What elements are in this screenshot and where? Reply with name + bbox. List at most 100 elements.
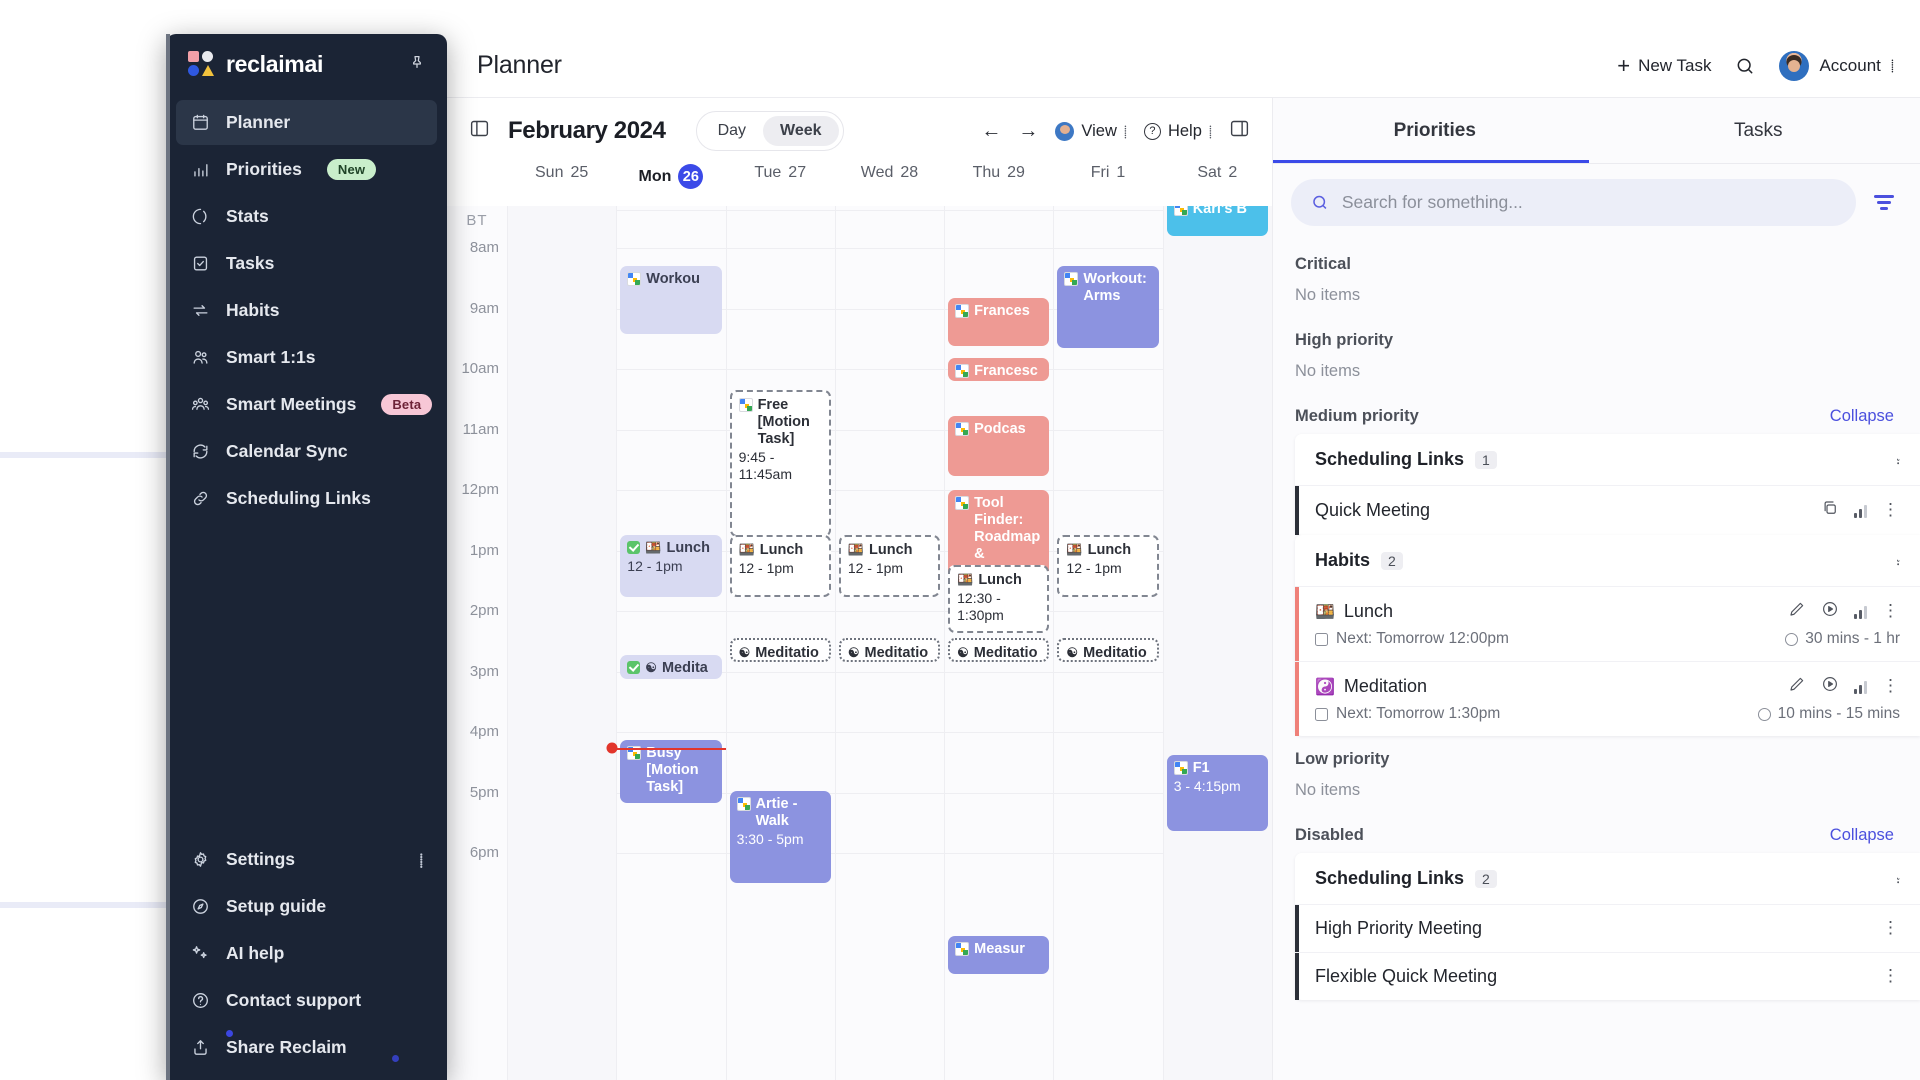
calendar-event[interactable]: 🍱 Lunch 12 - 1pm bbox=[1057, 535, 1159, 597]
chevron-up-icon[interactable]: ⹎ bbox=[1896, 551, 1900, 570]
day-header-sun[interactable]: Sun 25 bbox=[507, 164, 616, 182]
kebab-icon[interactable]: ⋮ bbox=[1882, 919, 1900, 936]
sidebar-item-stats[interactable]: Stats bbox=[176, 194, 437, 239]
sidebar-item-ai-help[interactable]: AI help bbox=[176, 931, 437, 976]
habit-row[interactable]: ☯️ Meditation ⋮ Next: Tomorrow 1:30pm 10 min… bbox=[1295, 661, 1920, 736]
play-icon[interactable] bbox=[1821, 600, 1839, 623]
hour-gridline bbox=[507, 248, 1272, 249]
calendar-event[interactable]: F1 3 - 4:15pm bbox=[1166, 755, 1268, 831]
sidebar-item-smart-1-1s[interactable]: Smart 1:1s bbox=[176, 335, 437, 380]
calendar-event[interactable]: ☯ Meditatio bbox=[838, 638, 941, 662]
search-row bbox=[1273, 164, 1920, 241]
kebab-icon[interactable]: ⋮ bbox=[1882, 501, 1900, 518]
day-header-fri[interactable]: Fri 1 bbox=[1053, 164, 1162, 182]
list-item[interactable]: High Priority Meeting ⋮ bbox=[1295, 904, 1920, 952]
view-mode-day[interactable]: Day bbox=[701, 116, 763, 146]
card-header[interactable]: Scheduling Links 2 ⹎ bbox=[1295, 853, 1920, 904]
filter-icon[interactable] bbox=[1870, 191, 1898, 214]
calendar-event[interactable]: 🍱 Lunch 12:30 - 1:30pm bbox=[948, 565, 1050, 633]
calendar-event[interactable]: Free [Motion Task] 9:45 - 11:45am bbox=[729, 390, 831, 537]
view-menu[interactable]: View ⸽ bbox=[1055, 121, 1127, 141]
card-header[interactable]: Scheduling Links 1 ⹎ bbox=[1295, 434, 1920, 485]
calendar-grid-scroll[interactable]: BT 8am 9am 10am 11am 12pm 1pm 2pm 3pm 4pm 5pm 6pm K… bbox=[447, 206, 1272, 1080]
calendar-event[interactable]: ☯ Meditatio bbox=[1057, 638, 1159, 662]
chevron-down-icon: ⸽ bbox=[1123, 124, 1127, 139]
chevron-up-icon[interactable]: ⹎ bbox=[1896, 450, 1900, 469]
tab-priorities[interactable]: Priorities bbox=[1273, 98, 1597, 163]
search-box[interactable] bbox=[1291, 179, 1856, 226]
brand[interactable]: reclaimai bbox=[166, 34, 447, 94]
pencil-icon[interactable] bbox=[1788, 675, 1806, 698]
calendar-event[interactable]: Frances bbox=[948, 298, 1050, 346]
arrow-right-icon[interactable]: → bbox=[1018, 120, 1038, 143]
sidebar-item-label: Habits bbox=[226, 300, 280, 320]
event-title: Meditatio bbox=[973, 645, 1038, 661]
pencil-icon bbox=[1790, 602, 1804, 616]
list-item[interactable]: Flexible Quick Meeting ⋮ bbox=[1295, 952, 1920, 1000]
calendar-event[interactable]: Francesc bbox=[948, 358, 1050, 381]
calendar-event[interactable]: Measur bbox=[948, 936, 1050, 974]
arrow-left-icon[interactable]: ← bbox=[981, 120, 1001, 143]
right-panel-icon[interactable] bbox=[1229, 118, 1250, 144]
sidebar-item-setup-guide[interactable]: Setup guide bbox=[176, 884, 437, 929]
calendar-event[interactable]: ☯ Meditatio bbox=[948, 638, 1050, 662]
event-title-row: Karl's B bbox=[1173, 206, 1261, 218]
calendar-event[interactable]: ☯ Meditatio bbox=[729, 638, 831, 662]
habit-row[interactable]: 🍱 Lunch ⋮ Next: Tomorrow 12:00pm 30 mins - 1… bbox=[1295, 586, 1920, 661]
calendar-event[interactable]: Karl's B bbox=[1166, 206, 1268, 236]
day-header-wed[interactable]: Wed 28 bbox=[835, 164, 944, 182]
pencil-icon[interactable] bbox=[1788, 600, 1806, 623]
day-header-sat[interactable]: Sat 2 bbox=[1163, 164, 1272, 182]
account-menu[interactable]: Account ⸽ bbox=[1779, 50, 1894, 81]
left-panel-icon[interactable] bbox=[469, 118, 490, 144]
hour-label: 12pm bbox=[461, 481, 499, 498]
sidebar-scrollbar[interactable] bbox=[166, 34, 170, 1080]
view-mode-week[interactable]: Week bbox=[763, 116, 839, 146]
bars-icon[interactable] bbox=[1854, 504, 1867, 518]
day-header-mon[interactable]: Mon 26 bbox=[616, 164, 725, 189]
kebab-icon[interactable]: ⋮ bbox=[1882, 967, 1900, 984]
chevron-down-icon[interactable]: ⸽ bbox=[420, 851, 423, 869]
chevron-up-icon[interactable]: ⹎ bbox=[1896, 869, 1900, 888]
collapse-link[interactable]: Collapse bbox=[1830, 407, 1894, 426]
day-header-thu[interactable]: Thu 29 bbox=[944, 164, 1053, 182]
hour-label: 4pm bbox=[469, 723, 499, 740]
sidebar-item-priorities[interactable]: Priorities New bbox=[176, 147, 437, 192]
sidebar-item-planner[interactable]: Planner bbox=[176, 100, 437, 145]
sidebar-item-contact-support[interactable]: Contact support bbox=[176, 978, 437, 1023]
day-header-tue[interactable]: Tue 27 bbox=[726, 164, 835, 182]
kebab-icon[interactable]: ⋮ bbox=[1882, 677, 1900, 694]
collapse-link[interactable]: Collapse bbox=[1830, 826, 1894, 845]
habit-emoji-icon: ☯️ bbox=[1315, 678, 1335, 696]
calendar-event[interactable]: Workout: Arms bbox=[1057, 266, 1159, 348]
calendar-event[interactable]: Artie - Walk 3:30 - 5pm bbox=[729, 791, 831, 883]
sidebar-item-scheduling-links[interactable]: Scheduling Links bbox=[176, 476, 437, 521]
list-item[interactable]: Quick Meeting ⋮ bbox=[1295, 485, 1920, 535]
kebab-icon[interactable]: ⋮ bbox=[1882, 602, 1900, 619]
card-header[interactable]: Habits 2 ⹎ bbox=[1295, 535, 1920, 586]
bars-icon[interactable] bbox=[1854, 680, 1867, 694]
sidebar-item-habits[interactable]: Habits bbox=[176, 288, 437, 333]
calendar-event[interactable]: ☯ Medita bbox=[620, 655, 722, 679]
bars-icon[interactable] bbox=[1854, 605, 1867, 619]
day-number: 29 bbox=[1007, 164, 1025, 181]
tab-tasks[interactable]: Tasks bbox=[1597, 98, 1920, 163]
calendar-event[interactable]: 🍱 Lunch 12 - 1pm bbox=[620, 535, 722, 597]
search-input[interactable] bbox=[1341, 192, 1836, 213]
pin-icon[interactable] bbox=[409, 54, 425, 75]
calendar-event[interactable]: Workou bbox=[620, 266, 722, 334]
sidebar-item-calendar-sync[interactable]: Calendar Sync bbox=[176, 429, 437, 474]
calendar-event[interactable]: 🍱 Lunch 12 - 1pm bbox=[729, 535, 831, 597]
new-task-button[interactable]: + New Task bbox=[1617, 54, 1711, 76]
calendar-event[interactable]: Podcas bbox=[948, 416, 1050, 476]
play-icon[interactable] bbox=[1821, 675, 1839, 698]
sidebar-item-tasks[interactable]: Tasks bbox=[176, 241, 437, 286]
sidebar-item-settings[interactable]: Settings ⸽ bbox=[176, 837, 437, 882]
sidebar-item-smart-meetings[interactable]: Smart Meetings Beta bbox=[176, 382, 437, 427]
copy-icon[interactable] bbox=[1821, 499, 1839, 522]
app-root: reclaimai Planner Priorities New Stats Tasks… bbox=[0, 0, 1920, 1080]
help-menu[interactable]: ? Help ⸽ bbox=[1143, 122, 1212, 141]
search-icon[interactable] bbox=[1735, 56, 1755, 76]
calendar-event[interactable]: 🍱 Lunch 12 - 1pm bbox=[838, 535, 941, 597]
sidebar-item-share-reclaim[interactable]: Share Reclaim bbox=[176, 1025, 437, 1070]
